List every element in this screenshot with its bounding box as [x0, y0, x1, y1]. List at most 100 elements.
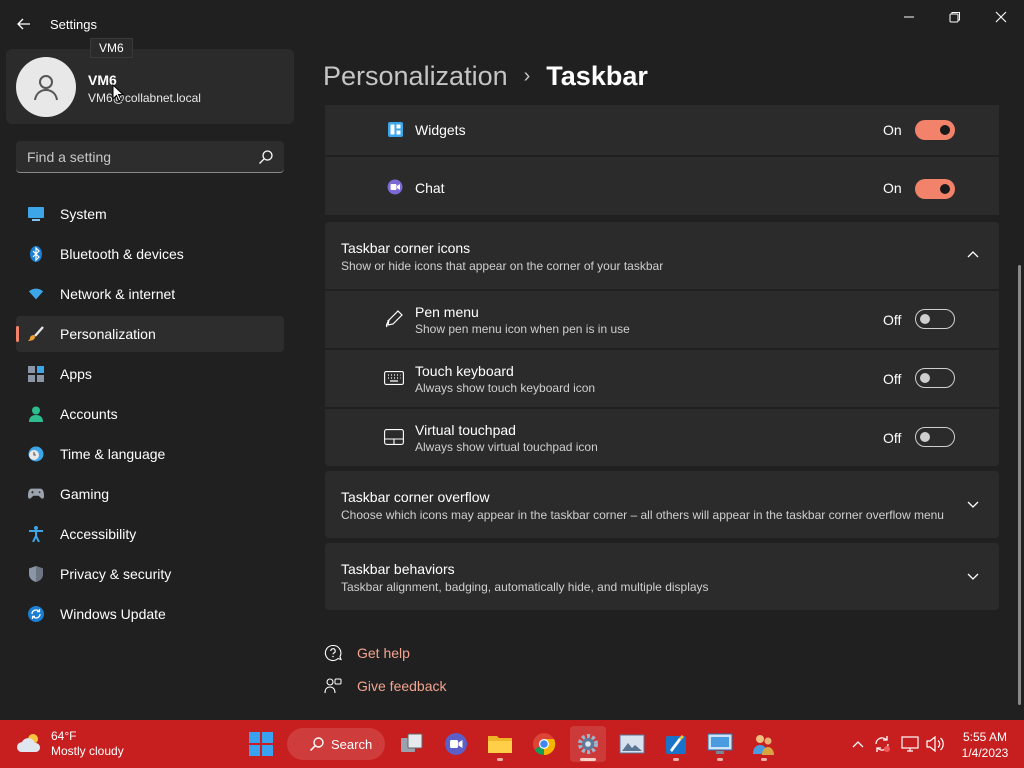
- sidebar-item-gaming[interactable]: Gaming: [16, 476, 284, 512]
- touch-keyboard-state: Off: [883, 371, 902, 387]
- minimize-button[interactable]: [886, 6, 932, 28]
- remote-desktop-button[interactable]: [702, 726, 738, 762]
- mouse-cursor-icon: [112, 84, 124, 102]
- chat-toggle[interactable]: [915, 179, 955, 199]
- photos-button[interactable]: [614, 726, 650, 762]
- paint-button[interactable]: [658, 726, 694, 762]
- behaviors-title: Taskbar behaviors: [341, 561, 455, 577]
- virtual-touchpad-row: Virtual touchpad Always show virtual tou…: [325, 409, 999, 466]
- sidebar-item-personalization[interactable]: Personalization: [16, 316, 284, 352]
- network-icon[interactable]: [900, 734, 920, 754]
- file-explorer-button[interactable]: [482, 726, 518, 762]
- search-input[interactable]: [16, 141, 246, 172]
- virtual-touchpad-title: Virtual touchpad: [415, 422, 516, 438]
- active-indicator: [580, 758, 596, 761]
- pen-menu-toggle[interactable]: [915, 309, 955, 329]
- sidebar-item-system[interactable]: System: [16, 196, 284, 232]
- chevron-down-icon[interactable]: [965, 569, 981, 585]
- system-clock[interactable]: 5:55 AM 1/4/2023: [950, 729, 1020, 761]
- search-icon: [309, 737, 324, 752]
- sidebar-item-label: Gaming: [60, 486, 110, 502]
- find-setting-search[interactable]: [16, 141, 284, 173]
- sidebar-item-label: Windows Update: [60, 606, 166, 622]
- corner-overflow-card[interactable]: Taskbar corner overflow Choose which ico…: [325, 471, 999, 538]
- weather-widget[interactable]: 64°F Mostly cloudy: [14, 728, 154, 760]
- people-app-button[interactable]: [746, 726, 782, 762]
- accessibility-icon: [28, 526, 44, 542]
- give-feedback-label: Give feedback: [357, 678, 447, 694]
- sidebar-nav: System Bluetooth & devices Network & int…: [16, 196, 284, 636]
- image-viewer-icon: [619, 734, 645, 754]
- running-indicator: [673, 758, 679, 761]
- corner-icons-subtitle: Show or hide icons that appear on the co…: [341, 259, 664, 273]
- sidebar-item-bluetooth[interactable]: Bluetooth & devices: [16, 236, 284, 272]
- chrome-button[interactable]: [526, 726, 562, 762]
- sidebar-item-accounts[interactable]: Accounts: [16, 396, 284, 432]
- breadcrumb-parent[interactable]: Personalization: [323, 61, 508, 92]
- taskbar-items-card: Widgets On Chat On: [325, 105, 999, 215]
- sidebar-item-apps[interactable]: Apps: [16, 356, 284, 392]
- folder-icon: [488, 736, 512, 753]
- breadcrumb-separator: ›: [523, 64, 531, 87]
- volume-icon[interactable]: [925, 734, 945, 754]
- task-view-button[interactable]: [394, 726, 430, 762]
- wifi-icon: [28, 286, 44, 302]
- chrome-icon: [533, 733, 556, 756]
- clock-date: 1/4/2023: [961, 746, 1009, 760]
- corner-overflow-subtitle: Choose which icons may appear in the tas…: [341, 508, 944, 522]
- touchpad-icon: [383, 427, 405, 447]
- behaviors-card[interactable]: Taskbar behaviors Taskbar alignment, bad…: [325, 543, 999, 610]
- feedback-icon: [323, 676, 343, 696]
- sidebar-item-label: Accounts: [60, 406, 118, 422]
- chevron-down-icon[interactable]: [965, 497, 981, 513]
- chevron-up-icon[interactable]: [848, 734, 868, 754]
- get-help-link[interactable]: Get help: [323, 642, 410, 664]
- touch-keyboard-subtitle: Always show touch keyboard icon: [415, 381, 596, 395]
- profile-tooltip: VM6: [90, 38, 133, 58]
- start-button[interactable]: [243, 726, 279, 762]
- teams-chat-button[interactable]: [438, 726, 474, 762]
- chevron-up-icon[interactable]: [965, 246, 981, 262]
- widgets-row: Widgets On: [325, 105, 999, 155]
- corner-icons-header[interactable]: Taskbar corner icons Show or hide icons …: [325, 222, 999, 289]
- virtual-touchpad-subtitle: Always show virtual touchpad icon: [415, 440, 598, 454]
- back-button[interactable]: [10, 10, 38, 38]
- sidebar-item-label: Privacy & security: [60, 566, 172, 582]
- sidebar-item-network[interactable]: Network & internet: [16, 276, 284, 312]
- scrollbar[interactable]: [1018, 265, 1021, 705]
- virtual-touchpad-state: Off: [883, 430, 902, 446]
- user-profile-card[interactable]: VM6 VM6@collabnet.local: [6, 49, 294, 124]
- sidebar-item-accessibility[interactable]: Accessibility: [16, 516, 284, 552]
- get-help-label: Get help: [357, 645, 410, 661]
- taskbar-search[interactable]: Search: [287, 728, 385, 760]
- sidebar-item-time-language[interactable]: Time & language: [16, 436, 284, 472]
- chat-icon: [387, 179, 403, 195]
- sidebar-item-privacy[interactable]: Privacy & security: [16, 556, 284, 592]
- restore-button[interactable]: [932, 6, 978, 28]
- gamepad-icon: [28, 486, 44, 502]
- widgets-icon: [387, 121, 403, 137]
- windows-logo-icon: [249, 732, 273, 756]
- taskbar-search-label: Search: [331, 736, 373, 752]
- chat-label: Chat: [415, 180, 445, 196]
- give-feedback-link[interactable]: Give feedback: [323, 675, 447, 697]
- sidebar-item-label: Network & internet: [60, 286, 176, 302]
- corner-icons-title: Taskbar corner icons: [341, 240, 471, 256]
- clock-time: 5:55 AM: [962, 730, 1008, 744]
- widgets-toggle[interactable]: [915, 120, 955, 140]
- search-icon[interactable]: [258, 149, 274, 165]
- system-icon: [28, 206, 44, 222]
- accounts-icon: [28, 406, 44, 422]
- virtual-touchpad-toggle[interactable]: [915, 427, 955, 447]
- sidebar-item-windows-update[interactable]: Windows Update: [16, 596, 284, 632]
- touch-keyboard-toggle[interactable]: [915, 368, 955, 388]
- page-title: Taskbar: [546, 60, 648, 91]
- running-indicator: [761, 758, 767, 761]
- close-button[interactable]: [978, 6, 1024, 28]
- keyboard-icon: [383, 368, 405, 388]
- settings-content: Widgets On Chat On Taskbar corner icons …: [325, 105, 999, 717]
- settings-app-button[interactable]: [570, 726, 606, 762]
- sidebar-item-label: Time & language: [60, 446, 166, 462]
- bluetooth-icon: [28, 246, 44, 262]
- sync-icon[interactable]: [872, 734, 892, 754]
